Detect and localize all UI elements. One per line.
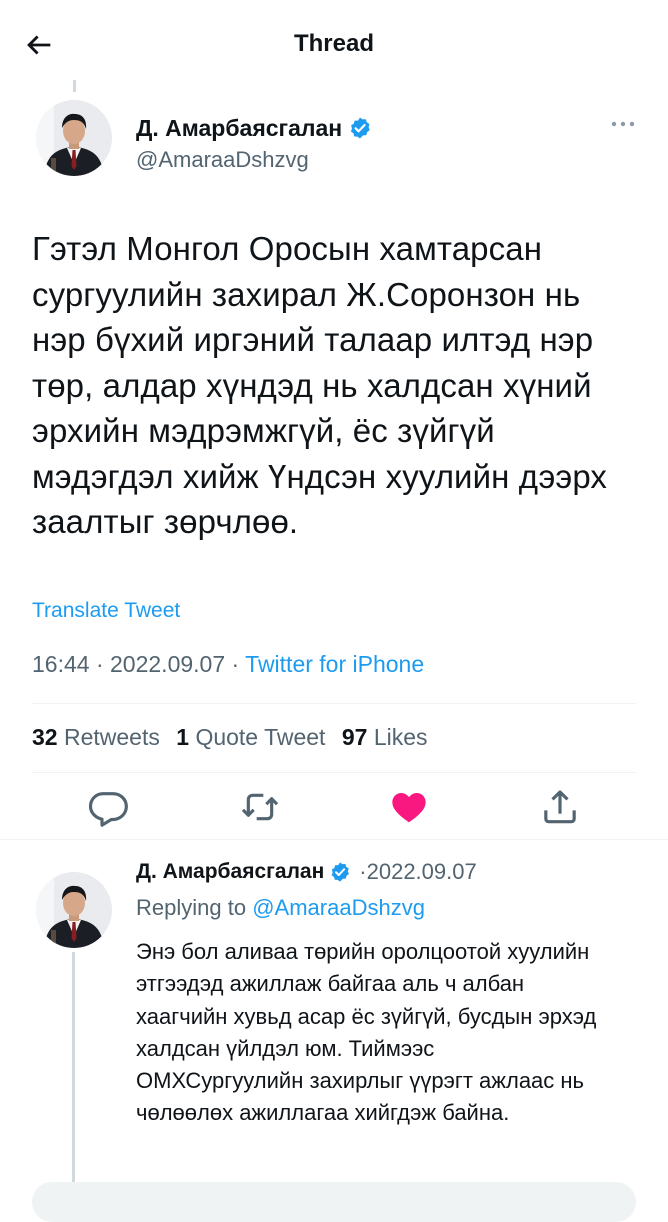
- divider: [32, 703, 636, 704]
- quote-tweets-stat[interactable]: 1 Quote Tweet: [176, 724, 325, 750]
- verified-badge-icon: [351, 117, 370, 139]
- tweet-date: 2022.09.07: [110, 651, 226, 677]
- reply-date[interactable]: ·2022.09.07: [359, 859, 476, 885]
- handle[interactable]: @AmaraaDshzvg: [136, 147, 309, 173]
- tweet-meta: 16:44 · 2022.09.07 · Twitter for iPhone: [32, 651, 424, 678]
- page-title: Thread: [293, 30, 374, 57]
- likes-stat[interactable]: 97 Likes: [342, 724, 428, 750]
- display-name[interactable]: Д. Амарбаясгалан: [136, 115, 342, 142]
- tweet-time: 16:44: [32, 651, 90, 677]
- reply-icon[interactable]: [88, 787, 128, 827]
- share-icon[interactable]: [540, 787, 580, 827]
- tweet-stats: 32 Retweets 1 Quote Tweet 97 Likes: [32, 724, 438, 751]
- replying-to: Replying to @AmaraaDshzvg: [136, 895, 425, 921]
- reply-avatar[interactable]: [36, 872, 112, 948]
- thread-header: Thread: [0, 0, 668, 88]
- retweets-stat[interactable]: 32 Retweets: [32, 724, 160, 750]
- author-row: Д. Амарбаясгалан: [136, 112, 372, 144]
- heart-filled-icon[interactable]: [389, 787, 429, 827]
- reply-compose-bar[interactable]: [32, 1182, 636, 1222]
- tweet-source-link[interactable]: Twitter for iPhone: [245, 651, 424, 677]
- meta-separator: ·: [225, 651, 246, 677]
- reply-display-name[interactable]: Д. Амарбаясгалан: [136, 860, 324, 884]
- avatar[interactable]: [36, 100, 112, 176]
- meta-separator: ·: [89, 651, 111, 677]
- tweet-text: Гэтэл Монгол Оросын хамтарсан сургуулийн…: [32, 230, 608, 540]
- replying-to-mention[interactable]: @AmaraaDshzvg: [252, 895, 425, 920]
- retweet-icon[interactable]: [240, 787, 280, 827]
- divider: [0, 839, 668, 840]
- verified-badge-icon: [331, 862, 350, 882]
- more-options-icon[interactable]: [610, 118, 636, 130]
- thread-connector-line: [73, 80, 76, 92]
- reply-author-row: Д. Амарбаясгалан ·2022.09.07: [136, 857, 477, 887]
- thread-connector-line: [72, 952, 75, 1200]
- divider: [32, 772, 636, 773]
- translate-tweet-link[interactable]: Translate Tweet: [32, 599, 180, 623]
- reply-tweet-text: Энэ бол аливаа төрийн оролцоотой хуулийн…: [136, 939, 597, 1126]
- replying-to-label: Replying to: [136, 895, 247, 920]
